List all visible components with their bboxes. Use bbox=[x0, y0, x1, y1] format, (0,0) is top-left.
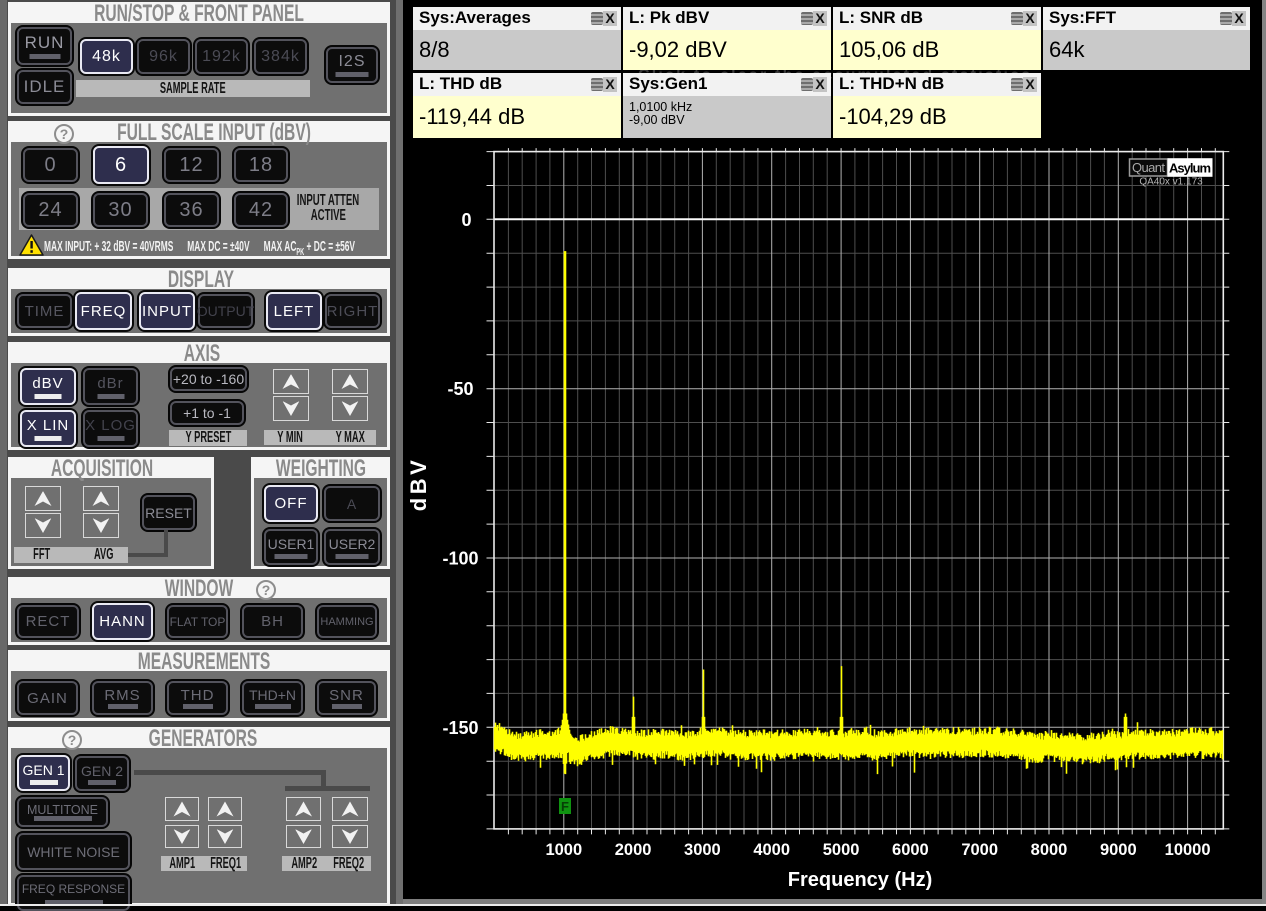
svg-text:Quant: Quant bbox=[1132, 160, 1165, 175]
svg-text:7000: 7000 bbox=[961, 841, 998, 859]
svg-text:3000: 3000 bbox=[684, 841, 721, 859]
svg-text:-100: -100 bbox=[442, 548, 478, 568]
svg-text:8000: 8000 bbox=[1031, 841, 1068, 859]
svg-text:QA40x v1.173: QA40x v1.173 bbox=[1139, 177, 1203, 188]
svg-text:0: 0 bbox=[461, 210, 471, 230]
svg-text:9000: 9000 bbox=[1100, 841, 1137, 859]
svg-text:5000: 5000 bbox=[823, 841, 860, 859]
svg-text:1000: 1000 bbox=[545, 841, 582, 859]
svg-text:2000: 2000 bbox=[615, 841, 652, 859]
svg-text:dBV: dBV bbox=[406, 457, 431, 512]
svg-text:F: F bbox=[561, 799, 569, 814]
svg-text:4000: 4000 bbox=[753, 841, 790, 859]
svg-text:Asylum: Asylum bbox=[1169, 161, 1211, 176]
svg-text:10000: 10000 bbox=[1165, 841, 1211, 859]
svg-text:-150: -150 bbox=[442, 718, 478, 738]
svg-text:6000: 6000 bbox=[892, 841, 929, 859]
svg-text:Frequency (Hz): Frequency (Hz) bbox=[788, 869, 932, 891]
svg-text:-50: -50 bbox=[447, 379, 473, 399]
